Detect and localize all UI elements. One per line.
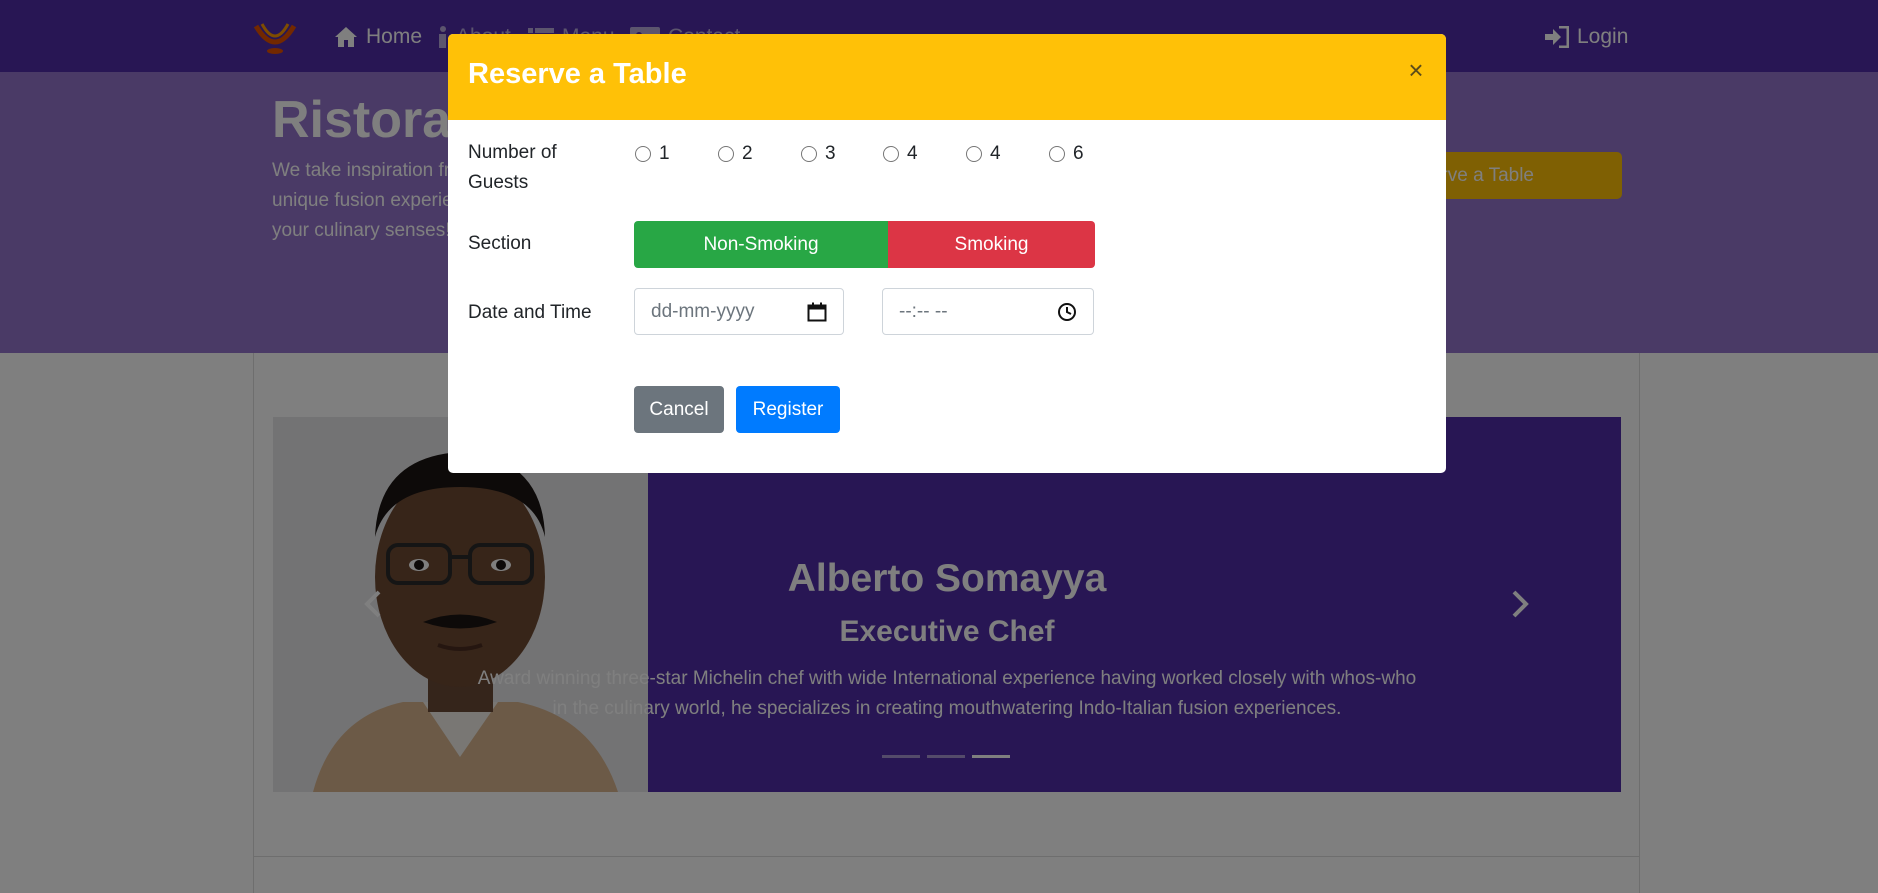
clock-icon[interactable]: [1057, 302, 1077, 322]
date-input[interactable]: dd-mm-yyyy: [634, 288, 844, 335]
radio-circle[interactable]: [801, 146, 817, 162]
radio-label: 4: [907, 143, 918, 164]
modal-title: Reserve a Table: [468, 58, 687, 90]
time-placeholder: --:-- --: [899, 300, 948, 322]
time-input[interactable]: --:-- --: [882, 288, 1094, 335]
calendar-icon[interactable]: [807, 302, 827, 322]
radio-label: 4: [990, 143, 1001, 164]
guests-radio-4[interactable]: 4: [883, 143, 918, 165]
register-button[interactable]: Register: [736, 386, 840, 433]
close-icon[interactable]: ×: [1404, 57, 1428, 83]
non-smoking-button[interactable]: Non-Smoking: [634, 221, 888, 268]
guests-radio-1[interactable]: 1: [635, 143, 670, 165]
radio-label: 2: [742, 143, 753, 164]
guests-label: Number of Guests: [468, 142, 557, 193]
section-label: Section: [468, 233, 532, 254]
date-placeholder: dd-mm-yyyy: [651, 300, 755, 322]
guests-radio-6[interactable]: 6: [1049, 143, 1084, 165]
guests-radio-5[interactable]: 4: [966, 143, 1001, 165]
modal-header: Reserve a Table ×: [448, 34, 1446, 120]
radio-label: 6: [1073, 143, 1084, 164]
guests-radio-3[interactable]: 3: [801, 143, 836, 165]
radio-circle[interactable]: [883, 146, 899, 162]
guests-radio-2[interactable]: 2: [718, 143, 753, 165]
radio-circle[interactable]: [966, 146, 982, 162]
radio-label: 1: [659, 143, 670, 164]
cancel-button[interactable]: Cancel: [634, 386, 724, 433]
date-time-label: Date and Time: [468, 302, 592, 323]
radio-circle[interactable]: [1049, 146, 1065, 162]
radio-label: 3: [825, 143, 836, 164]
radio-circle[interactable]: [718, 146, 734, 162]
reserve-table-modal: Reserve a Table × Number of Guests 1 2 3…: [448, 34, 1446, 473]
radio-circle[interactable]: [635, 146, 651, 162]
smoking-button[interactable]: Smoking: [888, 221, 1095, 268]
